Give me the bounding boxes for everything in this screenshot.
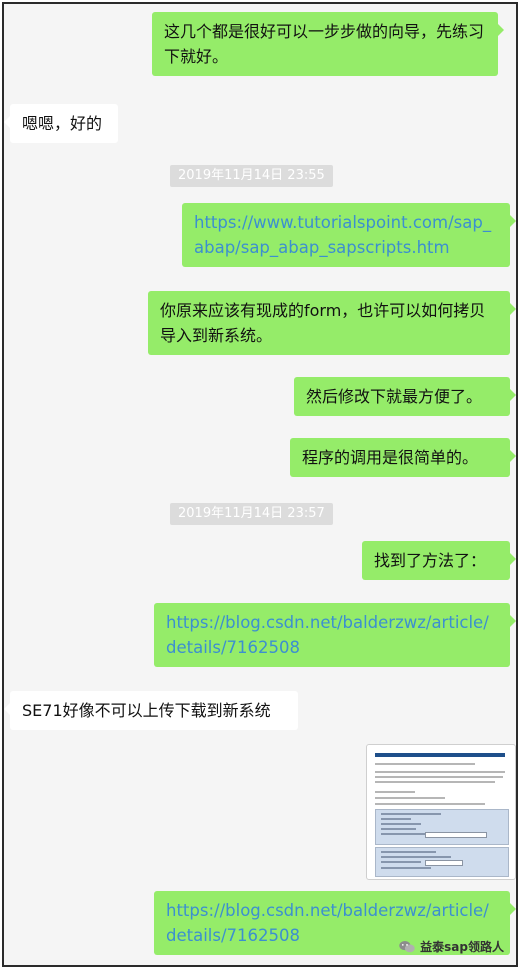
timestamp: 2019年11月14日 23:57 xyxy=(170,503,333,525)
chat-window: 这几个都是很好可以一步步做的向导，先练习下就好。 嗯嗯，好的 2019年11月1… xyxy=(2,2,518,967)
message-bubble-5[interactable]: 然后修改下就最方便了。 xyxy=(294,377,516,416)
image-message[interactable] xyxy=(366,744,516,880)
message-bubble-1[interactable]: 这几个都是很好可以一步步做的向导，先练习下就好。 xyxy=(152,12,504,76)
timestamp: 2019年11月14日 23:55 xyxy=(170,165,333,187)
message-bubble-2[interactable]: 嗯嗯，好的 xyxy=(4,104,118,143)
watermark-text: 益泰sap领路人 xyxy=(420,940,504,954)
image-title-bar xyxy=(375,753,505,757)
message-bubble-7[interactable]: 找到了方法了： xyxy=(362,541,516,580)
link-bubble-csdn[interactable]: https://blog.csdn.net/balderzwz/article/… xyxy=(154,603,516,667)
message-bubble-6[interactable]: 程序的调用是很简单的。 xyxy=(290,438,516,477)
message-bubble-8[interactable]: SE71好像不可以上传下载到新系统 xyxy=(4,691,298,730)
wechat-icon xyxy=(399,940,415,952)
watermark: 益泰sap领路人 xyxy=(398,938,504,955)
link-bubble-tutorialspoint[interactable]: https://www.tutorialspoint.com/sap_abap/… xyxy=(182,203,516,267)
message-bubble-4[interactable]: 你原来应该有现成的form，也许可以如何拷贝导入到新系统。 xyxy=(148,291,516,355)
